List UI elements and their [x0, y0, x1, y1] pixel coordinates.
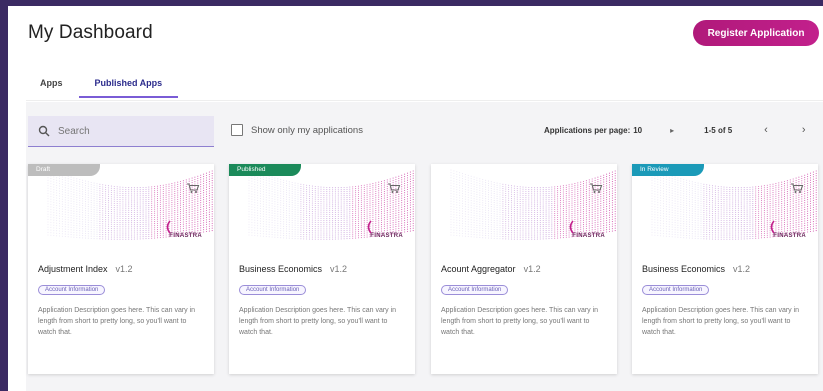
- card-title[interactable]: Business Economics v1.2: [642, 264, 818, 274]
- cart-icon[interactable]: [387, 181, 401, 199]
- tab-bar: Apps Published Apps: [26, 74, 179, 98]
- card-banner: Published FINASTRA: [229, 164, 415, 256]
- prev-page-button[interactable]: ‹: [764, 124, 768, 136]
- category-tag[interactable]: Account Information: [642, 285, 710, 295]
- cart-icon[interactable]: [790, 181, 804, 199]
- finastra-logo: FINASTRA: [569, 220, 605, 242]
- app-card[interactable]: Draft FINASTRA Adjustment Index v1.2 Acco…: [28, 164, 214, 374]
- status-badge: In Review: [632, 164, 704, 176]
- dot-pattern-graphic: [248, 169, 414, 240]
- card-title[interactable]: Acount Aggregator v1.2: [441, 264, 617, 274]
- status-badge: Draft: [28, 164, 100, 176]
- dot-pattern-graphic: [450, 169, 616, 240]
- app-version: v1.2: [115, 264, 133, 274]
- dot-pattern-graphic: [651, 169, 817, 240]
- finastra-logo: FINASTRA: [367, 220, 403, 242]
- card-banner: Draft FINASTRA: [28, 164, 214, 256]
- next-page-button[interactable]: ›: [802, 124, 806, 136]
- app-card[interactable]: Published FINASTRA Business Economics v1.…: [229, 164, 415, 374]
- search-icon: [38, 125, 50, 137]
- category-tag[interactable]: Account Information: [239, 285, 307, 295]
- per-page-label: Applications per page:: [544, 125, 631, 135]
- register-application-button[interactable]: Register Application: [693, 20, 819, 46]
- app-name: Adjustment Index: [38, 264, 108, 274]
- tab-divider: [26, 100, 823, 101]
- page-range: 1-5 of 5: [704, 125, 733, 135]
- tab-apps[interactable]: Apps: [26, 74, 79, 98]
- category-tag[interactable]: Account Information: [441, 285, 509, 295]
- search-input[interactable]: [56, 124, 200, 138]
- per-page-dropdown-icon[interactable]: ▸: [670, 126, 674, 135]
- show-mine-label: Show only my applications: [251, 124, 363, 136]
- card-title[interactable]: Adjustment Index v1.2: [38, 264, 214, 274]
- app-description: Application Description goes here. This …: [38, 307, 196, 336]
- page-title: My Dashboard: [28, 22, 153, 43]
- cart-icon[interactable]: [589, 181, 603, 199]
- dot-pattern-graphic: [47, 169, 213, 240]
- app-name: Acount Aggregator: [441, 264, 516, 274]
- app-version: v1.2: [523, 264, 541, 274]
- show-mine-checkbox[interactable]: [231, 124, 243, 136]
- pagination: Applications per page: 10 ▸ 1-5 of 5 ‹ ›: [544, 124, 806, 136]
- app-name: Business Economics: [239, 264, 323, 274]
- finastra-logo: FINASTRA: [770, 220, 806, 242]
- category-tag[interactable]: Account Information: [38, 285, 106, 295]
- dashboard-frame: My Dashboard Register Application Apps P…: [8, 6, 823, 391]
- app-version: v1.2: [330, 264, 348, 274]
- content-area: Show only my applications Applications p…: [26, 102, 823, 391]
- show-mine-filter[interactable]: Show only my applications: [231, 124, 363, 136]
- card-banner: In Review FINASTRA: [632, 164, 818, 256]
- status-badge: Published: [229, 164, 301, 176]
- card-title[interactable]: Business Economics v1.2: [239, 264, 415, 274]
- card-banner: FINASTRA: [431, 164, 617, 256]
- app-description: Application Description goes here. This …: [441, 307, 599, 336]
- search-box[interactable]: [28, 116, 214, 147]
- tab-published-apps[interactable]: Published Apps: [78, 74, 179, 98]
- finastra-logo: FINASTRA: [166, 220, 202, 242]
- app-card[interactable]: In Review FINASTRA Business Economics v1.…: [632, 164, 818, 374]
- app-name: Business Economics: [642, 264, 726, 274]
- app-description: Application Description goes here. This …: [239, 307, 397, 336]
- app-description: Application Description goes here. This …: [642, 307, 800, 336]
- cart-icon[interactable]: [186, 181, 200, 199]
- app-version: v1.2: [733, 264, 751, 274]
- app-card[interactable]: FINASTRA Acount Aggregator v1.2 Account I…: [431, 164, 617, 374]
- per-page-value[interactable]: 10: [633, 126, 642, 135]
